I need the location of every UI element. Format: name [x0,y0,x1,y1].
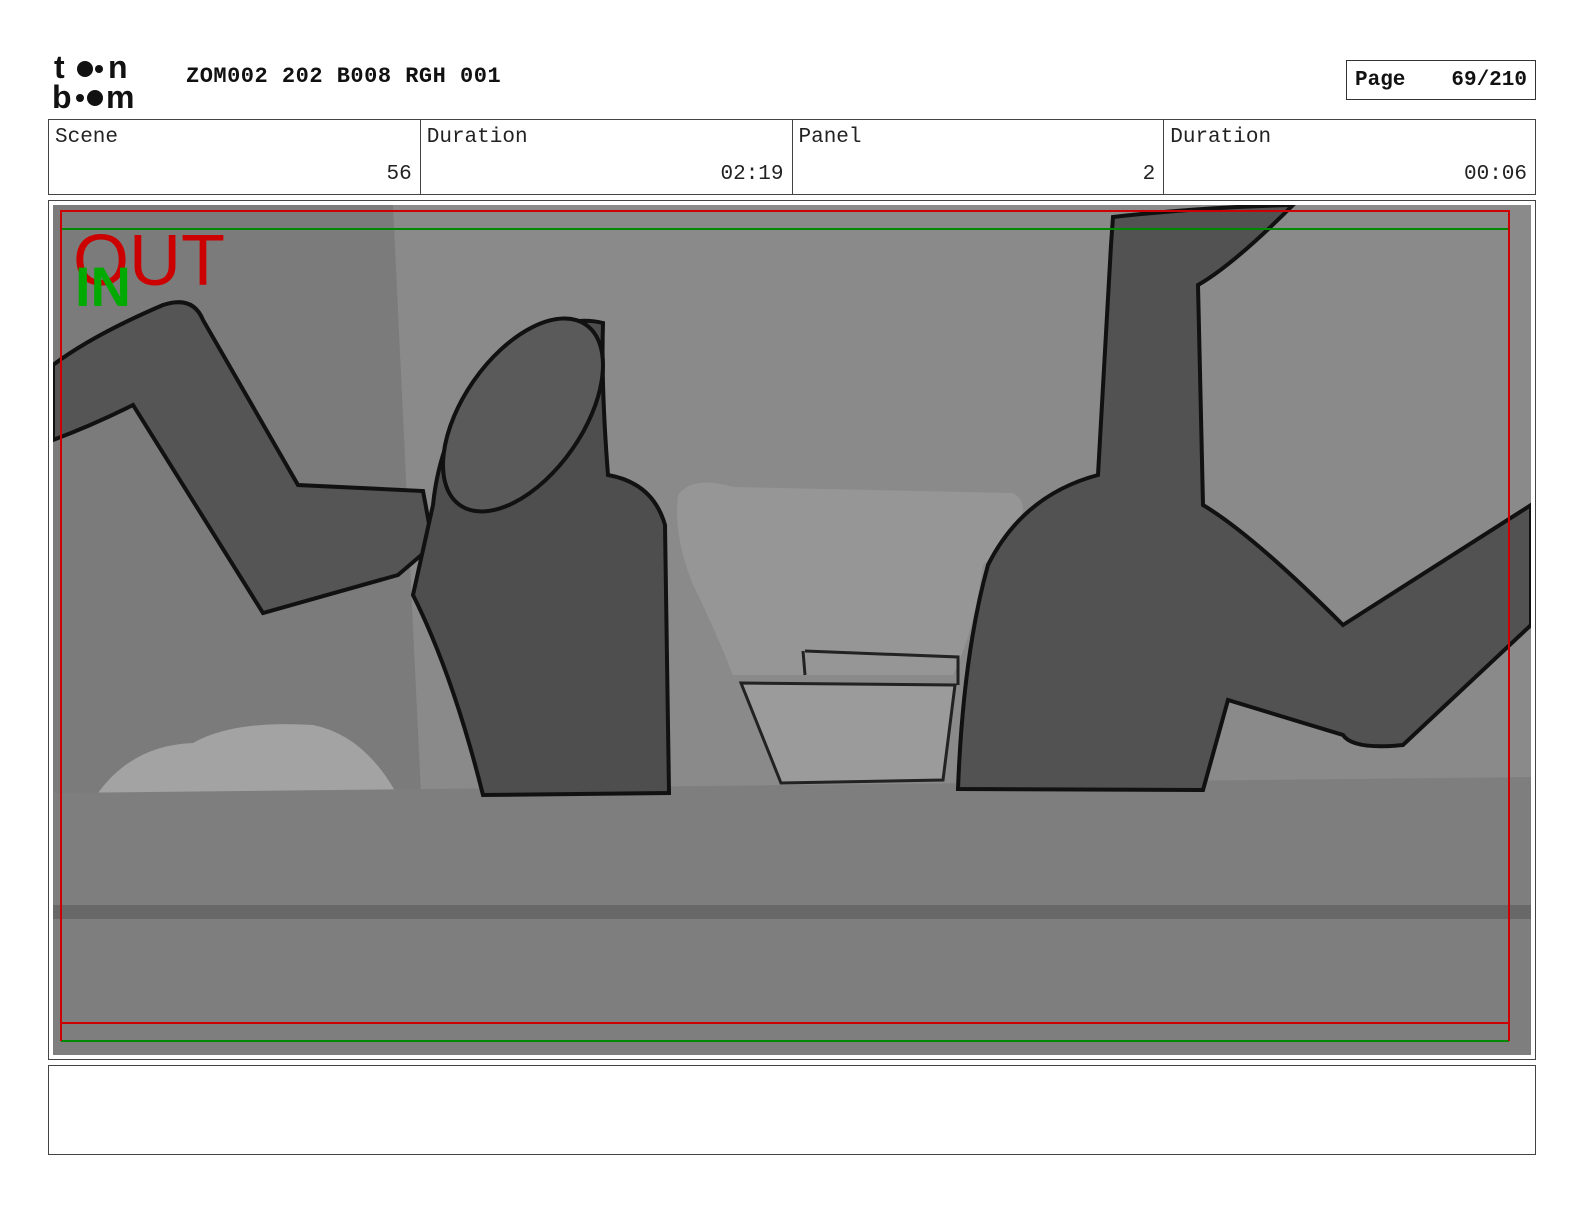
page-number: 69/210 [1451,68,1527,92]
scene-cell: Scene 56 [49,120,421,194]
scene-duration-cell: Duration 02:19 [421,120,793,194]
page-label: Page [1355,68,1406,92]
info-row: Scene 56 Duration 02:19 Panel 2 Duration… [48,119,1536,195]
toon-boom-logo: t n b m [52,50,134,112]
scene-label: Scene [55,126,119,149]
scene-value: 56 [386,163,412,186]
panel-drawing [53,205,1531,1055]
svg-text:b: b [52,79,72,112]
panel-duration-value: 00:06 [1463,163,1527,186]
panel-cell: Panel 2 [793,120,1165,194]
panel-duration-cell: Duration 00:06 [1164,120,1535,194]
panel-duration-label: Duration [1170,126,1272,149]
project-title: ZOM002 202 B008 RGH 001 [186,64,502,89]
scene-duration-label: Duration [426,126,528,149]
page-indicator: Page 69/210 [1346,60,1536,100]
caption-box [48,1065,1536,1155]
svg-text:m: m [106,79,134,112]
panel-label: Panel [798,126,862,149]
panel-value: 2 [1142,163,1156,186]
storyboard-panel: OUT IN [48,200,1536,1060]
in-marker: IN [75,255,131,318]
scene-duration-value: 02:19 [720,163,784,186]
